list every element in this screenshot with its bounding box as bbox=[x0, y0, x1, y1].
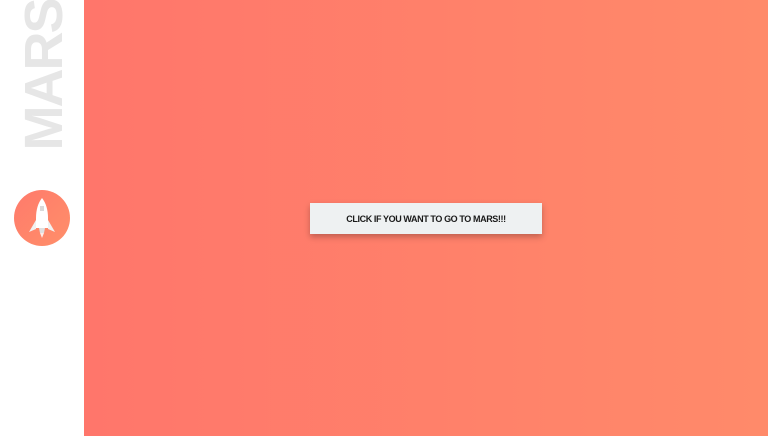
go-to-mars-button[interactable]: CLICK IF YOU WANT TO GO TO MARS!!! bbox=[310, 203, 542, 234]
rocket-icon bbox=[29, 198, 55, 238]
rocket-button[interactable] bbox=[14, 190, 70, 246]
main-panel: CLICK IF YOU WANT TO GO TO MARS!!! bbox=[84, 0, 768, 436]
brand-title: MARS bbox=[14, 0, 74, 151]
sidebar: MARS bbox=[0, 0, 84, 436]
